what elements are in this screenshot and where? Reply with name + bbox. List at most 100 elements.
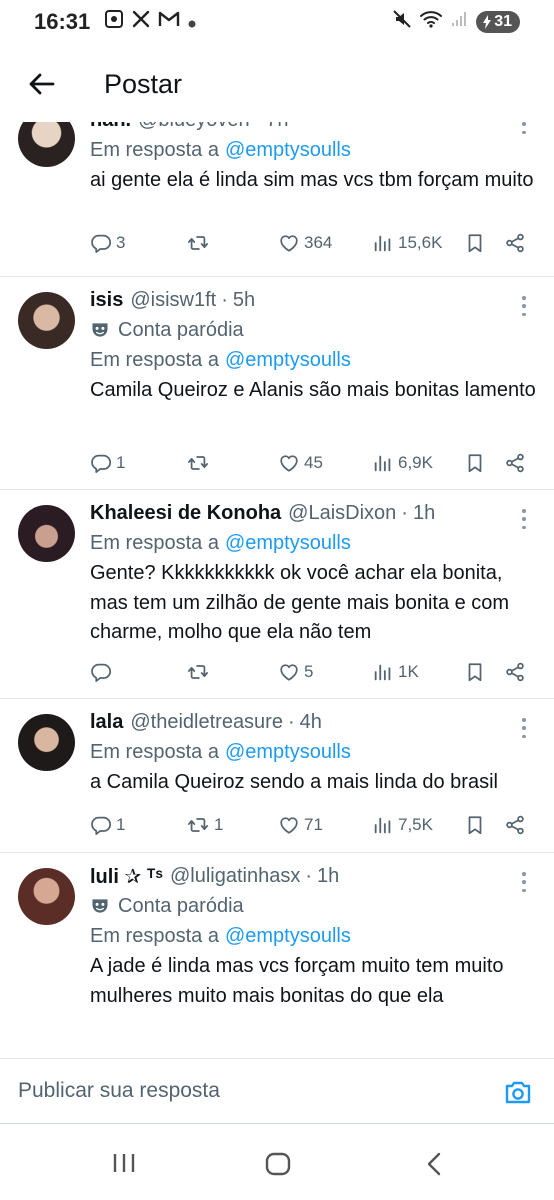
back-button[interactable] <box>18 60 66 108</box>
tweet[interactable]: luli ✰ ᵀˢ @luligatinhasx · 1h Conta paró… <box>0 853 554 1058</box>
mention-link[interactable]: @emptysoulls <box>225 139 351 162</box>
tweet[interactable]: nan. @blueyoven · 7h Em resposta a @empt… <box>0 122 554 277</box>
reply-button[interactable]: 3 <box>90 232 125 254</box>
reply-count: 3 <box>116 233 126 252</box>
system-back-button[interactable] <box>424 1152 444 1181</box>
views-button[interactable]: 6,9K <box>372 452 433 474</box>
status-bar: 16:31 31 <box>0 0 554 44</box>
views-button[interactable]: 7,5K <box>372 814 433 836</box>
views-count: 1K <box>398 662 419 681</box>
app-header: Postar <box>0 56 554 112</box>
screenshot-icon <box>104 9 124 35</box>
author-name[interactable]: nan. <box>90 122 131 132</box>
tweet-text: a Camila Queiroz sendo a mais linda do b… <box>90 771 498 793</box>
like-icon <box>278 232 300 254</box>
avatar[interactable] <box>18 122 75 167</box>
parody-text: Conta paródia <box>118 894 244 917</box>
bookmark-button[interactable] <box>464 661 486 683</box>
avatar[interactable] <box>18 714 75 771</box>
gmail-icon <box>158 10 180 34</box>
reply-context: Em resposta a @emptysoulls <box>90 921 536 951</box>
recents-button[interactable] <box>112 1152 136 1179</box>
bookmark-icon <box>464 661 486 683</box>
views-button[interactable]: 1K <box>372 661 419 683</box>
tweet-time: 7h <box>266 122 288 132</box>
author-name[interactable]: isis <box>90 289 123 312</box>
home-button[interactable] <box>265 1152 291 1181</box>
avatar[interactable] <box>18 292 75 349</box>
reply-context: Em resposta a @emptysoulls <box>90 528 536 558</box>
reply-icon <box>90 661 112 683</box>
like-count: 364 <box>304 233 333 252</box>
share-icon <box>504 661 526 683</box>
share-button[interactable] <box>504 232 526 254</box>
status-time: 16:31 <box>34 9 91 34</box>
retweet-count: 1 <box>214 815 224 834</box>
share-icon <box>504 452 526 474</box>
mention-link[interactable]: @emptysoulls <box>225 349 351 372</box>
reply-prefix: Em resposta a <box>90 531 219 554</box>
retweet-button[interactable] <box>186 452 214 474</box>
wifi-icon <box>420 10 443 34</box>
page-title: Postar <box>104 68 183 99</box>
reply-feed[interactable]: nan. @blueyoven · 7h Em resposta a @empt… <box>0 122 554 1058</box>
reply-button[interactable] <box>90 661 116 683</box>
reply-context: Em resposta a @emptysoulls <box>90 737 536 767</box>
reply-button[interactable]: 1 <box>90 814 125 836</box>
bookmark-button[interactable] <box>464 232 486 254</box>
mention-link[interactable]: @emptysoulls <box>225 925 351 948</box>
system-nav-bar <box>0 1124 554 1200</box>
parody-label: Conta paródia <box>90 315 536 345</box>
views-icon <box>372 232 394 254</box>
share-button[interactable] <box>504 661 526 683</box>
like-button[interactable]: 45 <box>278 452 323 474</box>
reply-icon <box>90 232 112 254</box>
signal-icon <box>450 10 468 34</box>
views-icon <box>372 452 394 474</box>
share-button[interactable] <box>504 814 526 836</box>
retweet-button[interactable] <box>186 661 214 683</box>
tweet[interactable]: isis @isisw1ft · 5h Conta paródia Em res… <box>0 277 554 490</box>
like-button[interactable]: 364 <box>278 232 332 254</box>
reply-button[interactable]: 1 <box>90 452 125 474</box>
author-handle[interactable]: @blueyoven <box>138 122 249 132</box>
mention-link[interactable]: @emptysoulls <box>225 741 351 764</box>
reply-prefix: Em resposta a <box>90 348 219 371</box>
back-arrow-icon <box>29 73 55 95</box>
tweet[interactable]: lala @theidletreasure · 4h Em resposta a… <box>0 699 554 853</box>
bookmark-button[interactable] <box>464 814 486 836</box>
reply-composer <box>0 1058 554 1124</box>
author-handle[interactable]: @theidletreasure <box>130 711 283 734</box>
retweet-button[interactable]: 1 <box>186 814 223 836</box>
parody-label: Conta paródia <box>90 891 536 921</box>
author-handle[interactable]: @isisw1ft <box>130 289 216 312</box>
author-name[interactable]: Khaleesi de Konoha <box>90 502 281 525</box>
bookmark-icon <box>464 814 486 836</box>
avatar[interactable] <box>18 505 75 562</box>
retweet-button[interactable] <box>186 232 214 254</box>
tweet-text: ai gente ela é linda sim mas vcs tbm for… <box>90 169 534 191</box>
author-handle[interactable]: @LaisDixon <box>288 502 396 525</box>
like-button[interactable]: 5 <box>278 661 313 683</box>
retweet-icon <box>186 814 210 836</box>
bookmark-button[interactable] <box>464 452 486 474</box>
tweet[interactable]: Khaleesi de Konoha @LaisDixon · 1h Em re… <box>0 490 554 699</box>
mute-icon <box>392 9 412 35</box>
author-name[interactable]: luli ✰ ᵀˢ <box>90 864 163 889</box>
reply-prefix: Em resposta a <box>90 924 219 947</box>
share-icon <box>504 232 526 254</box>
bookmark-icon <box>464 452 486 474</box>
avatar[interactable] <box>18 868 75 925</box>
views-button[interactable]: 15,6K <box>372 232 442 254</box>
author-name[interactable]: lala <box>90 711 123 734</box>
author-handle[interactable]: @luligatinhasx <box>170 865 300 888</box>
share-button[interactable] <box>504 452 526 474</box>
mention-link[interactable]: @emptysoulls <box>225 532 351 555</box>
views-count: 15,6K <box>398 233 443 252</box>
reply-count: 1 <box>116 453 126 472</box>
like-count: 45 <box>304 453 323 472</box>
camera-button[interactable] <box>504 1079 532 1110</box>
views-icon <box>372 814 394 836</box>
like-button[interactable]: 71 <box>278 814 323 836</box>
reply-input[interactable] <box>18 1079 458 1103</box>
